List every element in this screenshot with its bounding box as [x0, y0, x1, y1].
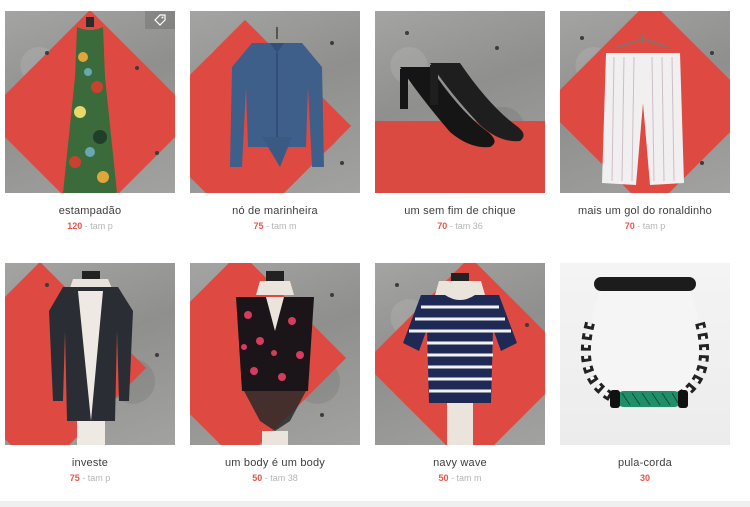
- product-card[interactable]: mais um gol do ronaldinho 70 - tam p: [560, 11, 730, 231]
- product-size: - tam 36: [449, 221, 483, 231]
- product-card[interactable]: um sem fim de chique 70 - tam 36: [375, 11, 545, 231]
- product-title[interactable]: nó de marinheira: [190, 205, 360, 217]
- bottom-divider: [0, 501, 750, 507]
- product-title[interactable]: estampadão: [5, 205, 175, 217]
- product-title[interactable]: investe: [5, 457, 175, 469]
- product-photo[interactable]: [5, 11, 175, 193]
- product-size: - tam m: [266, 221, 297, 231]
- product-photo[interactable]: [190, 11, 360, 193]
- product-photo[interactable]: [190, 263, 360, 445]
- product-price: 120: [67, 221, 83, 231]
- product-title[interactable]: um body é um body: [190, 457, 360, 469]
- product-title[interactable]: pula-corda: [560, 457, 730, 469]
- product-photo[interactable]: [375, 263, 545, 445]
- product-title[interactable]: mais um gol do ronaldinho: [560, 205, 730, 217]
- product-size: - tam m: [451, 473, 482, 483]
- product-photo[interactable]: [560, 11, 730, 193]
- product-size: - tam p: [82, 473, 111, 483]
- product-title[interactable]: navy wave: [375, 457, 545, 469]
- product-price: 50: [252, 473, 263, 483]
- product-price: 30: [639, 473, 650, 483]
- product-card[interactable]: navy wave 50 - tam m: [375, 263, 545, 483]
- product-card[interactable]: nó de marinheira 75 - tam m: [190, 11, 360, 231]
- product-price: 75: [253, 221, 264, 231]
- product-grid: estampadão 120 - tam p nó de marinheira: [0, 0, 750, 507]
- product-size: - tam p: [84, 221, 113, 231]
- product-photo[interactable]: [5, 263, 175, 445]
- product-card[interactable]: pula-corda 30: [560, 263, 730, 483]
- tag-button[interactable]: [145, 11, 175, 29]
- product-photo[interactable]: [375, 11, 545, 193]
- product-size: - tam 38: [264, 473, 298, 483]
- tag-icon: [154, 14, 166, 26]
- product-title[interactable]: um sem fim de chique: [375, 205, 545, 217]
- product-card[interactable]: estampadão 120 - tam p: [5, 11, 175, 231]
- product-size: - tam p: [637, 221, 666, 231]
- product-card[interactable]: investe 75 - tam p: [5, 263, 175, 483]
- product-price: 70: [437, 221, 448, 231]
- product-price: 50: [438, 473, 449, 483]
- product-photo[interactable]: [560, 263, 730, 445]
- product-price: 75: [69, 473, 80, 483]
- product-price: 70: [624, 221, 635, 231]
- product-card[interactable]: um body é um body 50 - tam 38: [190, 263, 360, 483]
